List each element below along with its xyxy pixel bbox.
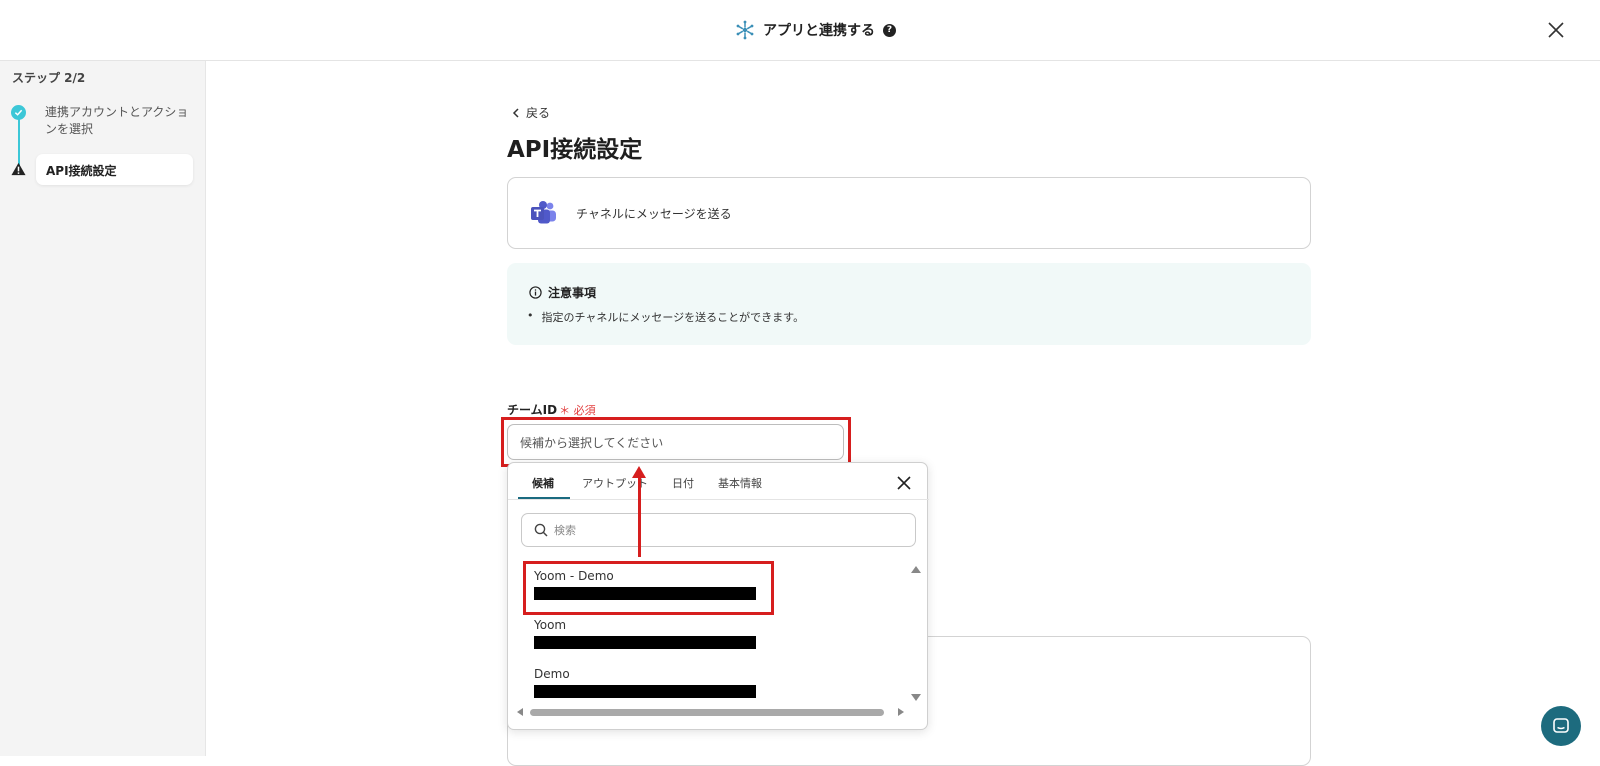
top-bar: アプリと連携する ? <box>0 0 1600 61</box>
sidebar-step-api-settings[interactable]: API接続設定 <box>36 154 193 185</box>
tab-divider <box>508 499 929 500</box>
option-name: Yoom - Demo <box>534 569 614 583</box>
redacted-id <box>534 685 756 698</box>
step-counter: ステップ 2/2 <box>12 71 86 85</box>
notice-item: • 指定のチャネルにメッセージを送ることができます。 <box>527 309 804 325</box>
list-item[interactable]: Yoom - Demo <box>534 569 764 600</box>
required-mark: ＊ 必須 <box>559 404 596 417</box>
annotation-arrow-head <box>632 466 646 478</box>
list-item[interactable]: Demo <box>534 667 764 698</box>
chevron-left-icon <box>512 107 519 118</box>
step-sidebar: ステップ 2/2 連携アカウントとアクションを選択 API接続設定 <box>0 61 206 756</box>
check-circle-icon <box>11 105 26 120</box>
close-icon[interactable] <box>896 475 912 491</box>
sidebar-step-select-action[interactable]: 連携アカウントとアクションを選択 <box>45 104 195 138</box>
search-icon <box>534 523 548 537</box>
teams-icon <box>531 201 556 224</box>
horizontal-scrollbar[interactable] <box>530 709 884 716</box>
team-id-label: チームID ＊ 必須 <box>507 401 596 418</box>
notice-header: 注意事項 <box>529 284 596 301</box>
team-id-label-text: チームID <box>507 403 558 417</box>
tab-basic-info[interactable]: 基本情報 <box>706 463 774 499</box>
app-link-icon <box>736 20 754 40</box>
redacted-id <box>534 636 756 649</box>
team-id-input[interactable]: 候補から選択してください <box>507 424 844 460</box>
notice-box: 注意事項 • 指定のチャネルにメッセージを送ることができます。 <box>507 263 1311 345</box>
search-placeholder: 検索 <box>554 524 576 537</box>
search-input[interactable]: 検索 <box>521 513 916 547</box>
scroll-left-icon[interactable] <box>517 708 523 716</box>
notice-item-text: 指定のチャネルにメッセージを送ることができます。 <box>541 311 805 324</box>
action-card: チャネルにメッセージを送る <box>507 177 1311 249</box>
scroll-right-icon[interactable] <box>898 708 904 716</box>
scroll-down-icon[interactable] <box>911 694 921 701</box>
tab-candidates[interactable]: 候補 <box>518 463 570 499</box>
option-name: Yoom <box>534 618 567 632</box>
scroll-up-icon[interactable] <box>911 566 921 573</box>
step-connector <box>18 118 20 166</box>
team-id-placeholder: 候補から選択してください <box>520 435 664 450</box>
bullet-icon: • <box>527 309 534 322</box>
option-name: Demo <box>534 667 570 681</box>
back-label: 戻る <box>526 106 551 120</box>
tab-date[interactable]: 日付 <box>660 463 706 499</box>
header-title: アプリと連携する <box>763 23 875 39</box>
info-icon <box>529 286 542 299</box>
tab-output[interactable]: アウトプット <box>570 463 660 499</box>
popup-tabs: 候補 アウトプット 日付 基本情報 <box>518 463 774 499</box>
sidebar-step-label: API接続設定 <box>46 164 117 178</box>
annotation-arrow-line <box>638 477 641 557</box>
suggestion-popup: 候補 アウトプット 日付 基本情報 検索 Yoom - Demo Yoom De… <box>507 462 929 730</box>
back-link[interactable]: 戻る <box>512 104 550 121</box>
header-title-group: アプリと連携する ? <box>735 18 896 42</box>
page-title: API接続設定 <box>507 137 643 163</box>
close-icon[interactable] <box>1544 18 1568 42</box>
chat-support-button[interactable] <box>1541 706 1581 746</box>
warning-icon <box>11 162 26 176</box>
notice-title: 注意事項 <box>548 286 597 300</box>
action-name: チャネルにメッセージを送る <box>576 207 732 221</box>
list-item[interactable]: Yoom <box>534 618 764 649</box>
redacted-id <box>534 587 756 600</box>
chat-icon <box>1553 718 1569 733</box>
help-icon[interactable]: ? <box>883 23 896 37</box>
